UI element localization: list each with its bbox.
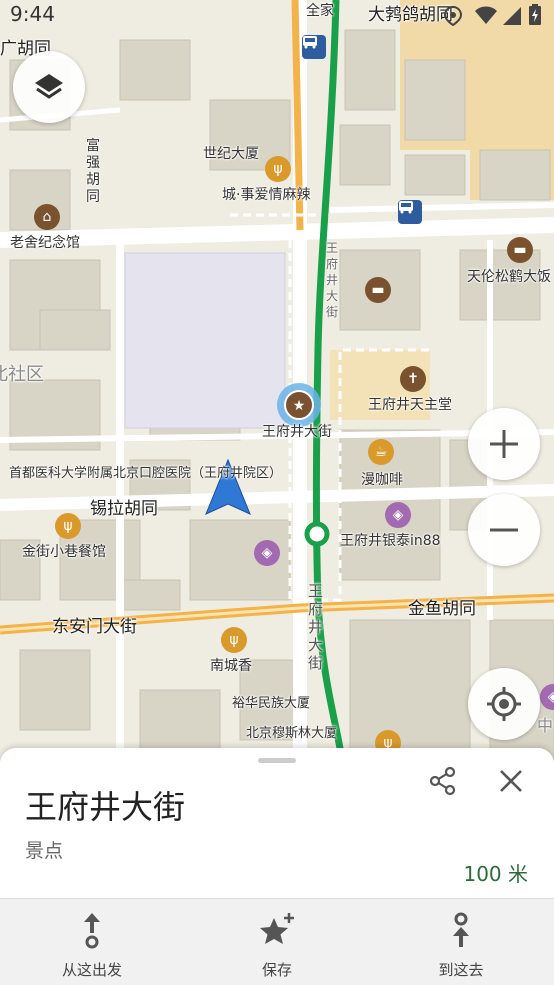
map-label: 东安门大街 [52, 617, 137, 637]
map-view[interactable]: ★ ⌂ ψ ▬ ▬ ✝ ☕ ◈ ◈ ψ ψ ψ ◈ 全家 大鹁鸽胡同 广胡同 富… [0, 0, 554, 760]
minus-icon [490, 528, 518, 532]
map-label: 世纪大厦 [203, 146, 259, 162]
map-label: 南城香 [210, 658, 252, 674]
hotel-icon[interactable]: ▬ [365, 277, 391, 303]
shopping-icon[interactable]: ◈ [385, 502, 411, 528]
star-plus-icon [260, 913, 294, 944]
restaurant-icon[interactable]: ψ [55, 513, 81, 539]
restaurant-icon[interactable]: ψ [265, 156, 291, 182]
my-location-button[interactable] [468, 668, 540, 740]
map-label: 裕华民族大厦 [232, 696, 311, 711]
place-details-sheet[interactable]: 王府井大街 景点 100 米 [0, 748, 554, 898]
go-here-label: 到这去 [438, 961, 484, 979]
map-label: 富强胡同 [86, 138, 100, 205]
go-here-button[interactable]: 到这去 [369, 899, 553, 985]
bus-stop-icon[interactable] [398, 200, 422, 224]
distance-label: 100 米 [463, 862, 528, 886]
sheet-drag-handle[interactable] [258, 758, 296, 763]
map-label: 锡拉胡同 [90, 499, 158, 519]
crosshair-icon [487, 687, 521, 721]
map-label: 城·事爱情麻辣 [222, 187, 311, 203]
status-time: 9:44 [10, 2, 55, 26]
map-label: 北京穆斯林大厦 [246, 726, 338, 741]
zoom-in-button[interactable] [468, 408, 540, 480]
layers-button[interactable] [13, 51, 85, 123]
map-label: 天伦松鹤大饭 [467, 269, 551, 285]
from-here-button[interactable]: 从这出发 [0, 899, 184, 985]
map-label: 首都医科大学附属北京口腔医院（王府井院区） [9, 466, 283, 481]
action-bar: 从这出发 保存 到这去 [0, 898, 554, 985]
street-label: 王府井大街 [308, 582, 324, 672]
map-label: 漫咖啡 [361, 472, 403, 488]
map-label: 王府井大街 [262, 424, 332, 440]
layers-icon [35, 74, 63, 99]
share-icon[interactable] [428, 766, 458, 796]
status-bar: 9:44 [0, 0, 554, 30]
map-label: 金街小巷餐馆 [22, 544, 106, 560]
signal-icon [503, 7, 521, 25]
route-end-icon [453, 912, 469, 947]
map-canvas: ★ [0, 0, 554, 760]
plus-icon [490, 430, 518, 458]
from-here-label: 从这出发 [61, 961, 122, 979]
bus-stop-icon[interactable] [302, 35, 326, 59]
location-icon [443, 6, 463, 26]
save-button[interactable]: 保存 [185, 899, 369, 985]
route-start-icon [84, 913, 100, 949]
close-icon[interactable] [496, 766, 526, 796]
battery-icon [529, 4, 541, 25]
map-label: 北社区 [0, 364, 44, 385]
museum-icon[interactable]: ⌂ [34, 204, 60, 230]
restaurant-icon[interactable]: ψ [221, 627, 247, 653]
cafe-icon[interactable]: ☕ [368, 439, 394, 465]
hotel-icon[interactable]: ▬ [507, 237, 533, 263]
map-label: 中 [537, 716, 554, 735]
church-icon[interactable]: ✝ [400, 366, 426, 392]
svg-text:★: ★ [293, 398, 306, 414]
street-label: 王府井大街 [326, 241, 339, 319]
map-label: 王府井银泰in88 [340, 533, 441, 549]
map-label: 王府井天主堂 [368, 397, 452, 413]
wifi-icon [475, 6, 497, 24]
zoom-out-button[interactable] [468, 494, 540, 566]
shopping-icon[interactable]: ◈ [254, 540, 280, 566]
place-title: 王府井大街 [25, 788, 186, 826]
place-category: 景点 [25, 840, 64, 862]
map-label: 老舍纪念馆 [10, 235, 80, 251]
map-label: 金鱼胡同 [408, 599, 476, 619]
save-label: 保存 [261, 961, 292, 979]
